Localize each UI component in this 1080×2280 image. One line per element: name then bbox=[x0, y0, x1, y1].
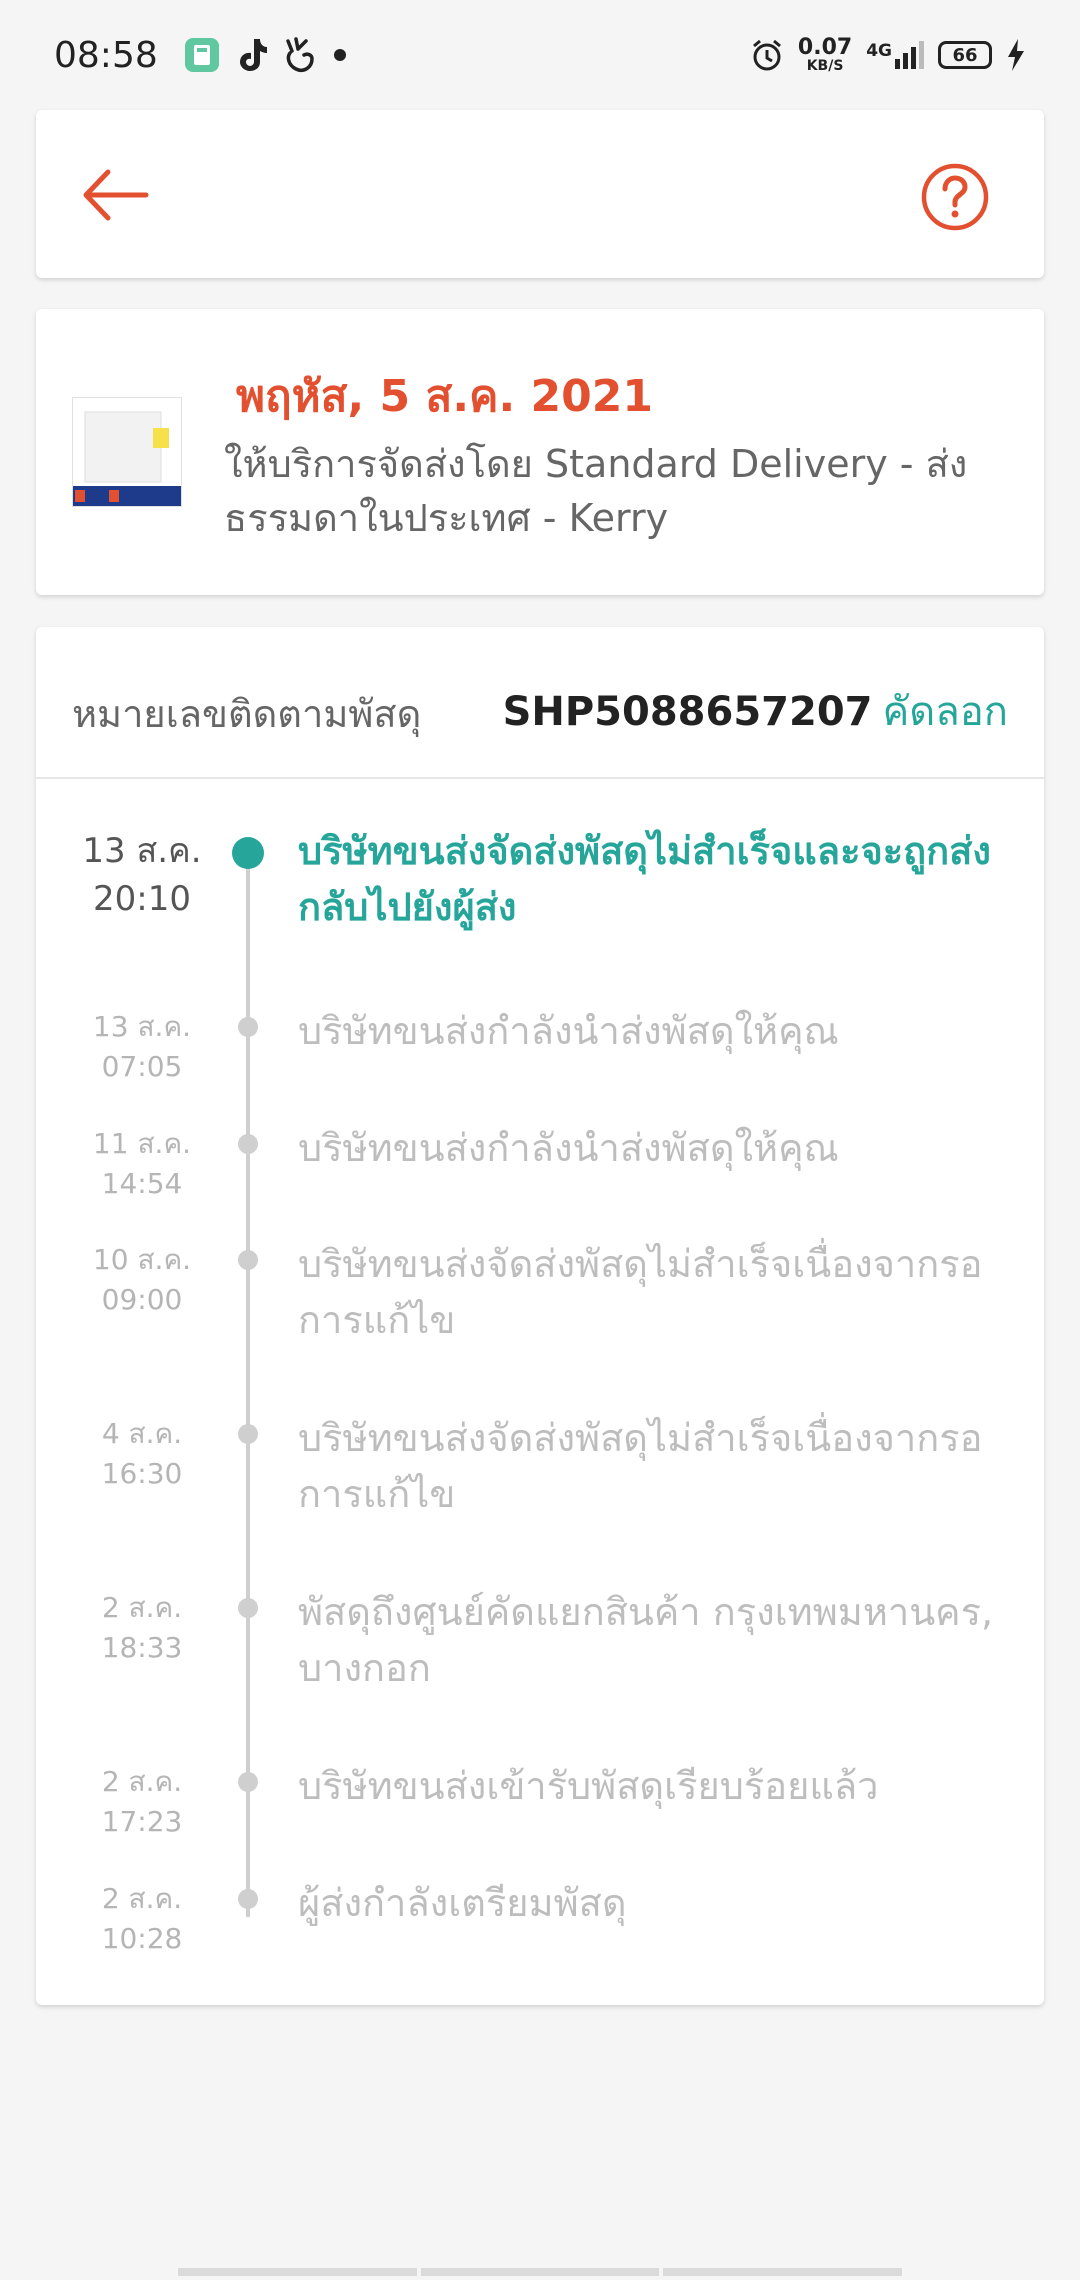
event-description: พัสดุถึงศูนย์คัดแยกสินค้า กรุงเทพมหานคร,… bbox=[298, 1590, 994, 1690]
event-datetime: 2 ส.ค. 18:33 bbox=[72, 1588, 212, 1668]
event-datetime: 4 ส.ค. 16:30 bbox=[72, 1414, 212, 1494]
event-description: บริษัทขนส่งกำลังนำส่งพัสดุให้คุณ bbox=[298, 1126, 839, 1170]
tracking-number: SHP5088657207 bbox=[502, 689, 873, 735]
hand-peace-icon bbox=[286, 37, 314, 72]
net-speed-value: 0.07 bbox=[797, 35, 853, 60]
timeline-dot bbox=[238, 1772, 258, 1792]
event-time: 20:10 bbox=[93, 879, 191, 919]
net-speed: 0.07 KB/S bbox=[797, 35, 853, 74]
arrow-left-icon bbox=[83, 169, 149, 221]
notification-icons bbox=[184, 37, 346, 73]
timeline-dot bbox=[238, 1017, 258, 1037]
event-description: ผู้ส่งกำลังเตรียมพัสดุ bbox=[298, 1881, 627, 1925]
event-description: บริษัทขนส่งจัดส่งพัสดุไม่สำเร็จและจะถูกส… bbox=[298, 829, 991, 929]
copy-button[interactable]: คัดลอก bbox=[883, 689, 1009, 735]
timeline-dot bbox=[238, 1424, 258, 1444]
event-time: 18:33 bbox=[101, 1631, 183, 1664]
event-time: 07:05 bbox=[101, 1050, 183, 1083]
timeline-dot bbox=[238, 1598, 258, 1618]
status-time: 08:58 bbox=[54, 34, 158, 76]
delivery-date: พฤหัส, 5 ส.ค. 2021 bbox=[236, 371, 653, 422]
event-date: 10 ส.ค. bbox=[92, 1243, 192, 1276]
help-button[interactable] bbox=[920, 162, 990, 232]
event-datetime: 13 ส.ค. 20:10 bbox=[72, 827, 212, 923]
event-datetime: 11 ส.ค. 14:54 bbox=[72, 1124, 212, 1204]
timeline-dot bbox=[238, 1134, 258, 1154]
timeline-dot-active bbox=[232, 837, 264, 869]
event-time: 16:30 bbox=[101, 1457, 183, 1490]
event-datetime: 2 ส.ค. 10:28 bbox=[72, 1879, 212, 1959]
network-type: 4G bbox=[866, 41, 892, 61]
tracking-card: หมายเลขติดตามพัสดุ SHP5088657207 คัดลอก 1… bbox=[36, 627, 1044, 2005]
timeline-line bbox=[246, 857, 250, 1917]
back-button[interactable] bbox=[76, 160, 156, 230]
tracking-number-group: SHP5088657207 คัดลอก bbox=[503, 679, 1008, 743]
alarm-icon bbox=[752, 39, 781, 71]
delivery-info: ให้บริการจัดส่งโดย Standard Delivery - ส… bbox=[224, 442, 968, 540]
net-speed-unit: KB/S bbox=[806, 58, 844, 74]
tracking-header: หมายเลขติดตามพัสดุ SHP5088657207 คัดลอก bbox=[36, 627, 1044, 779]
question-circle-icon bbox=[921, 163, 989, 231]
timeline-dot bbox=[238, 1250, 258, 1270]
signal-icon: 4G bbox=[866, 41, 924, 69]
top-bar bbox=[36, 110, 1044, 278]
tracking-label: หมายเลขติดตามพัสดุ bbox=[72, 692, 422, 736]
charging-icon bbox=[1008, 39, 1024, 71]
timeline-dot bbox=[238, 1889, 258, 1909]
event-time: 10:28 bbox=[101, 1922, 183, 1955]
event-date: 13 ส.ค. bbox=[82, 831, 202, 871]
event-date: 4 ส.ค. bbox=[101, 1417, 183, 1450]
event-datetime: 10 ส.ค. 09:00 bbox=[72, 1240, 212, 1320]
event-datetime: 13 ส.ค. 07:05 bbox=[72, 1007, 212, 1087]
event-time: 17:23 bbox=[101, 1805, 183, 1838]
event-date: 13 ส.ค. bbox=[92, 1010, 192, 1043]
battery-level: 66 bbox=[952, 44, 978, 66]
event-description: บริษัทขนส่งกำลังนำส่งพัสดุให้คุณ bbox=[298, 1009, 839, 1053]
navigation-bar[interactable] bbox=[178, 2268, 903, 2276]
tiktok-icon bbox=[239, 39, 267, 71]
battery-indicator: 66 bbox=[938, 41, 992, 69]
event-time: 09:00 bbox=[101, 1283, 183, 1316]
status-bar: 08:58 0.07 KB/S 4G 66 bbox=[0, 0, 1080, 110]
event-date: 2 ส.ค. bbox=[101, 1882, 183, 1915]
calculator-app-icon bbox=[184, 38, 219, 72]
delivery-summary: พฤหัส, 5 ส.ค. 2021 ให้บริการจัดส่งโดย St… bbox=[36, 309, 1044, 595]
event-description: บริษัทขนส่งจัดส่งพัสดุไม่สำเร็จเนื่องจาก… bbox=[298, 1242, 983, 1342]
status-right: 0.07 KB/S 4G 66 bbox=[750, 37, 1026, 73]
event-description: บริษัทขนส่งเข้ารับพัสดุเรียบร้อยแล้ว bbox=[298, 1764, 879, 1808]
event-date: 2 ส.ค. bbox=[101, 1765, 183, 1798]
event-time: 14:54 bbox=[101, 1167, 183, 1200]
product-image bbox=[72, 397, 182, 507]
event-description: บริษัทขนส่งจัดส่งพัสดุไม่สำเร็จเนื่องจาก… bbox=[298, 1416, 983, 1516]
notification-dot bbox=[333, 49, 346, 61]
event-date: 11 ส.ค. bbox=[92, 1127, 192, 1160]
event-datetime: 2 ส.ค. 17:23 bbox=[72, 1762, 212, 1842]
event-date: 2 ส.ค. bbox=[101, 1591, 183, 1624]
